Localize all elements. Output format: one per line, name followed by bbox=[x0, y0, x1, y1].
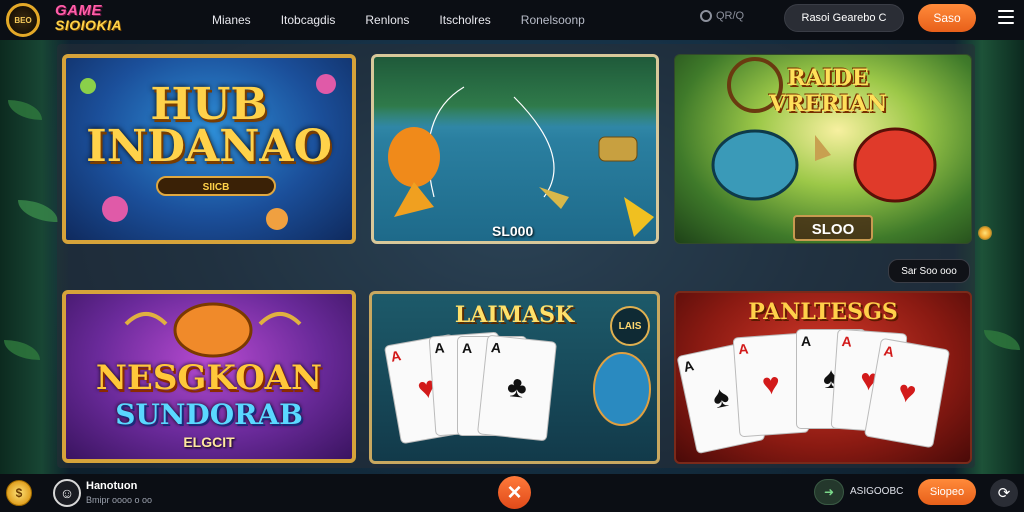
top-navigation-bar: BEO GAME SIOIOKIA Mianes Itobcagdis Renl… bbox=[0, 0, 1024, 40]
card-rank: A bbox=[801, 333, 812, 349]
close-icon[interactable]: × bbox=[498, 476, 531, 509]
logo-line-2: SIOIOKIA bbox=[55, 17, 123, 33]
leaf-decoration bbox=[4, 340, 40, 360]
game-title: HUB INDANAO bbox=[86, 79, 332, 172]
game-subtitle: SUNDORAB bbox=[115, 398, 303, 431]
nav-item-4[interactable]: Itscholres bbox=[439, 13, 490, 27]
card-suit-icon: ♥ bbox=[760, 367, 782, 402]
goldfish-icon bbox=[388, 127, 440, 187]
game-title: PANLTESGS bbox=[748, 299, 898, 325]
card-rank: A bbox=[882, 342, 896, 361]
leaf-icon bbox=[624, 197, 654, 237]
leaf-decoration bbox=[18, 200, 58, 222]
login-button[interactable]: Saso bbox=[918, 4, 976, 32]
red-fish-icon bbox=[853, 127, 937, 203]
user-subtitle: Bmipr oooo o oo bbox=[86, 495, 153, 505]
fish-tail-icon bbox=[394, 182, 434, 217]
game-card-panltesgs[interactable]: PANLTESGS A ♠ A ♥ A ♠ A ♥ A ♥ bbox=[674, 291, 972, 464]
balance-text: ASIGOOBC bbox=[850, 486, 904, 497]
leaf-decoration bbox=[984, 330, 1020, 350]
main-nav: Mianes Itobcagdis Renlons Itscholres Ron… bbox=[212, 0, 585, 40]
status-text: QR/Q bbox=[716, 10, 745, 22]
fish-icon bbox=[173, 302, 253, 358]
game-badge: ELGCIT bbox=[183, 434, 235, 450]
signup-button[interactable]: Siopeo bbox=[918, 479, 976, 505]
site-logo[interactable]: GAME SIOIOKIA bbox=[55, 2, 123, 33]
nav-item-5[interactable]: Ronelsoonp bbox=[521, 13, 585, 27]
flower-decoration bbox=[266, 208, 288, 230]
card-rank: A bbox=[841, 333, 853, 350]
game-subtitle: SIICB bbox=[156, 176, 276, 196]
status-ring-icon bbox=[700, 10, 712, 22]
card-suit-icon: ♠ bbox=[709, 379, 733, 416]
nav-item-3[interactable]: Renlons bbox=[365, 13, 409, 27]
card-rank: A bbox=[490, 339, 503, 357]
fishing-reel-icon bbox=[598, 136, 638, 162]
coin-icon[interactable]: $ bbox=[6, 480, 32, 506]
blue-fish-icon bbox=[711, 129, 799, 201]
user-name: Hanotuon bbox=[86, 480, 138, 492]
game-badge: SLOO bbox=[793, 215, 873, 241]
flower-decoration bbox=[102, 196, 128, 222]
playing-card: A ♣ bbox=[476, 334, 558, 442]
firefly-decoration bbox=[978, 226, 992, 240]
card-rank: A bbox=[433, 339, 446, 357]
fishing-line bbox=[513, 96, 555, 198]
refresh-icon[interactable]: ⟳ bbox=[990, 479, 1018, 507]
game-title: NESGKOAN bbox=[95, 358, 323, 398]
nav-item-1[interactable]: Mianes bbox=[212, 13, 251, 27]
card-rank: A bbox=[737, 340, 750, 358]
logo-badge[interactable]: BEO bbox=[6, 3, 40, 37]
game-card-raide-vrerian[interactable]: RAIDE VRERIAN SLOO bbox=[674, 54, 972, 244]
card-suit-icon: ♥ bbox=[895, 374, 919, 411]
card-rank: A bbox=[682, 357, 696, 375]
game-card-laimask[interactable]: LAIMASK LAIS A♥A♠A♠A♣ bbox=[369, 291, 660, 464]
promo-chip[interactable]: Sar Soo ooo bbox=[888, 259, 970, 283]
game-card-hub-indanao[interactable]: HUB INDANAO SIICB bbox=[62, 54, 356, 244]
leaf-decoration bbox=[8, 100, 42, 120]
game-emblem: LAIS bbox=[610, 306, 650, 346]
avatar[interactable]: ☺ bbox=[53, 479, 81, 507]
card-suit-icon: ♣ bbox=[505, 370, 529, 405]
account-button[interactable]: Rasoi Gearebo C bbox=[784, 4, 904, 32]
status-indicator: QR/Q bbox=[700, 10, 744, 22]
fish-icon bbox=[593, 352, 651, 426]
lure-icon bbox=[539, 187, 569, 209]
card-rank: A bbox=[389, 347, 403, 365]
nav-item-2[interactable]: Itobcagdis bbox=[281, 13, 336, 27]
logo-line-1: GAME bbox=[55, 2, 102, 19]
card-rank: A bbox=[462, 340, 473, 356]
game-badge: SL000 bbox=[492, 223, 534, 239]
fishing-illustration bbox=[388, 86, 654, 237]
game-card-nesgkoan[interactable]: NESGKOAN SUNDORAB ELGCIT bbox=[62, 290, 356, 463]
game-card-fishing[interactable]: SL000 bbox=[371, 54, 659, 244]
hook-icon bbox=[815, 135, 831, 161]
share-icon[interactable]: ➜ bbox=[814, 479, 844, 505]
game-title: RAIDE VRERIAN bbox=[769, 65, 887, 117]
menu-icon[interactable] bbox=[998, 10, 1014, 24]
game-title: LAIMASK bbox=[454, 302, 575, 328]
